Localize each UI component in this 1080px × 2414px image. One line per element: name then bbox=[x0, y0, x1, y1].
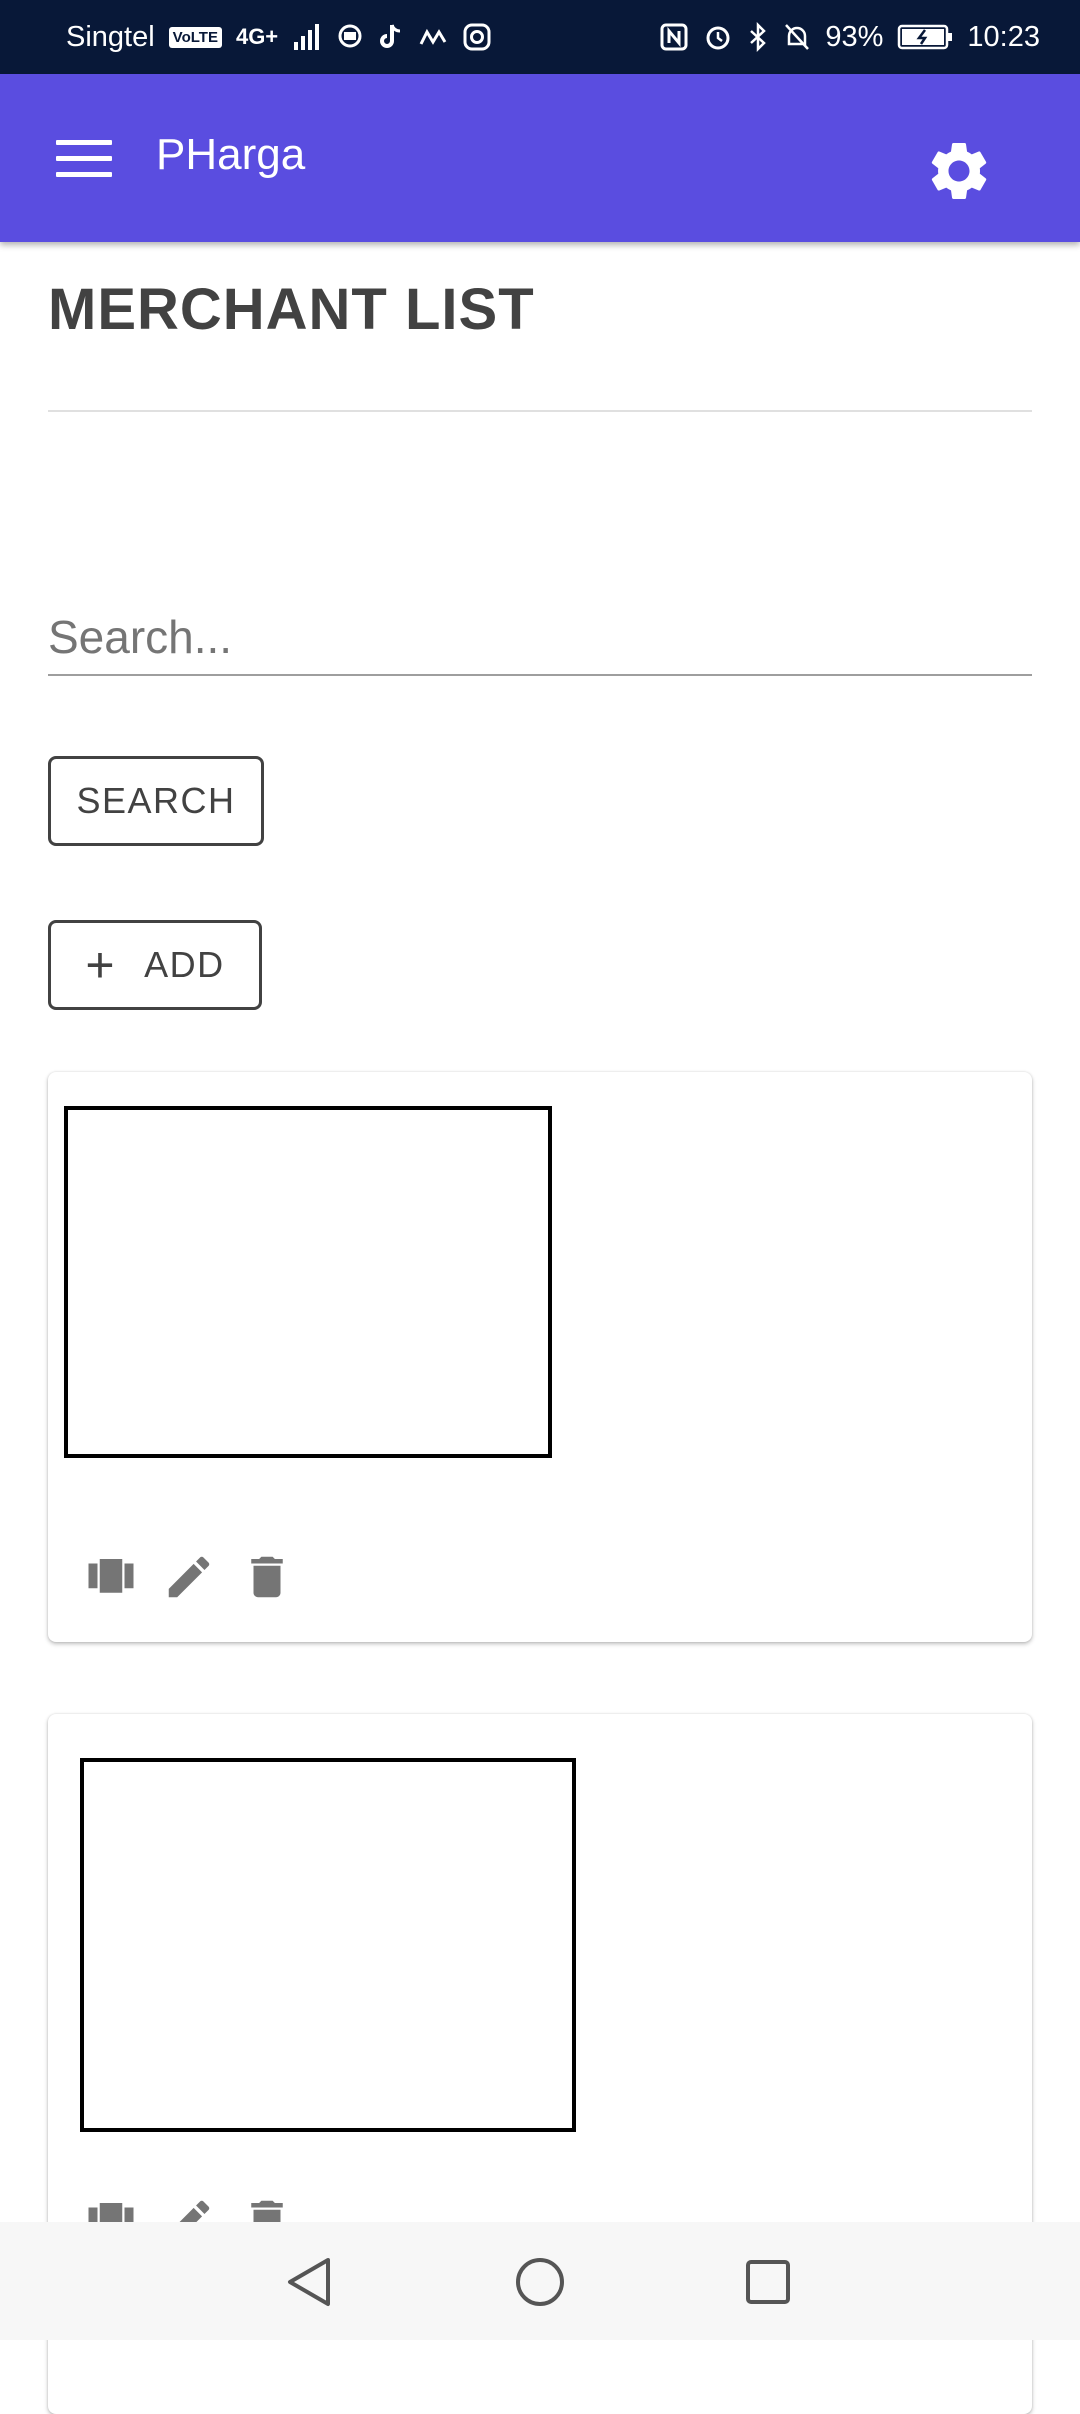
add-button-label: ADD bbox=[144, 944, 225, 985]
merchant-image bbox=[64, 1106, 552, 1458]
mute-bell-icon bbox=[785, 24, 810, 50]
status-bar: Singtel VoLTE 4G+ 93% 10:23 bbox=[0, 0, 1080, 74]
battery-charging-icon bbox=[898, 24, 953, 50]
volte-badge: VoLTE bbox=[168, 26, 222, 48]
tiktok-icon bbox=[380, 24, 401, 48]
search-button[interactable]: SEARCH bbox=[48, 756, 264, 846]
home-circle-icon[interactable] bbox=[510, 2252, 570, 2312]
page-title: MERCHANT LIST bbox=[48, 277, 535, 342]
card-actions bbox=[84, 1550, 294, 1604]
battery-percent: 93% bbox=[825, 20, 884, 53]
instagram-icon bbox=[463, 23, 491, 51]
app-title: PHarga bbox=[156, 130, 306, 179]
notification-app-icon bbox=[338, 24, 362, 48]
carrier-name: Singtel bbox=[66, 20, 155, 53]
signal-icon bbox=[294, 24, 320, 50]
nfc-icon bbox=[660, 23, 688, 51]
edit-icon[interactable] bbox=[162, 1550, 216, 1604]
alarm-icon bbox=[706, 26, 730, 50]
search-button-label: SEARCH bbox=[76, 780, 236, 821]
app-logo-icon bbox=[419, 28, 447, 45]
gear-icon[interactable] bbox=[924, 136, 994, 206]
search-input[interactable] bbox=[48, 600, 1032, 676]
status-bar-right: 93% 10:23 bbox=[659, 21, 1040, 54]
title-divider bbox=[48, 410, 1032, 412]
merchant-card bbox=[48, 1072, 1032, 1642]
back-triangle-icon[interactable] bbox=[278, 2252, 338, 2312]
plus-icon: + bbox=[85, 937, 117, 993]
network-type: 4G+ bbox=[235, 24, 279, 49]
merchant-image bbox=[80, 1758, 576, 2132]
status-bar-left: Singtel VoLTE 4G+ bbox=[66, 21, 492, 54]
clock-time: 10:23 bbox=[967, 20, 1040, 53]
recents-square-icon[interactable] bbox=[738, 2252, 798, 2312]
system-nav-bar bbox=[0, 2222, 1080, 2340]
bluetooth-icon bbox=[750, 22, 767, 52]
add-button[interactable]: + ADD bbox=[48, 920, 262, 1010]
hamburger-menu-icon[interactable] bbox=[56, 140, 112, 178]
delete-icon[interactable] bbox=[240, 1550, 294, 1604]
app-bar: PHarga bbox=[0, 74, 1080, 242]
view-carousel-icon[interactable] bbox=[84, 1550, 138, 1604]
